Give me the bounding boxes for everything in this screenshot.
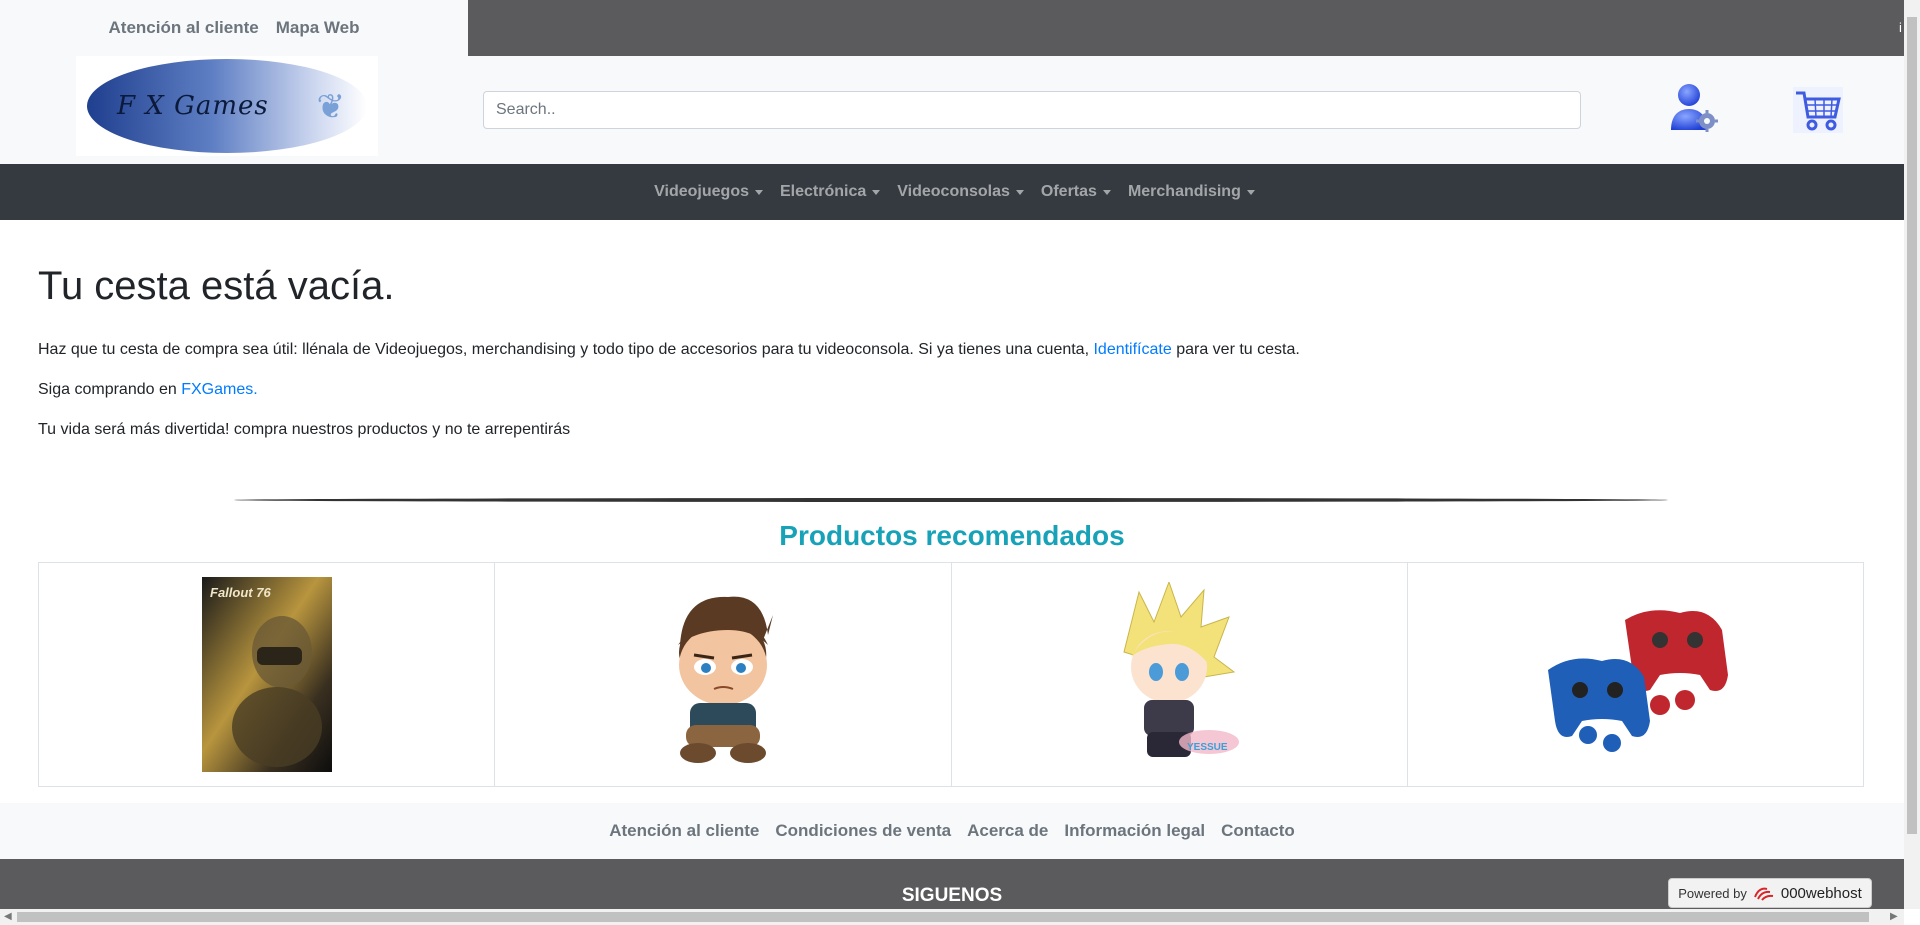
product-card[interactable]: YESSUE (952, 563, 1408, 786)
footer-link-customer-service[interactable]: Atención al cliente (609, 821, 759, 841)
home-link[interactable]: FXGames. (181, 381, 257, 398)
logo-text: F X Games (117, 91, 269, 121)
nav-videoconsolas[interactable]: Videoconsolas (897, 183, 1024, 201)
footer-link-contact[interactable]: Contacto (1221, 821, 1295, 841)
vertical-scroll-thumb[interactable] (1907, 17, 1917, 834)
caret-down-icon (1246, 189, 1255, 195)
message-text: Siga comprando en (38, 381, 182, 398)
cover-label: Fallout 76 (210, 585, 271, 600)
site-logo[interactable]: F X Games ❦ (76, 56, 378, 156)
caret-down-icon (1102, 189, 1111, 195)
sitemap-link[interactable]: Mapa Web (276, 18, 360, 38)
vertical-scrollbar[interactable] (1904, 0, 1920, 909)
fallout-76-cover-image[interactable]: Fallout 76 (201, 577, 332, 772)
nav-electronica[interactable]: Electrónica (780, 183, 881, 201)
follow-us-heading: SIGUENOS (901, 885, 1003, 906)
product-card[interactable]: Fallout 76 (39, 563, 496, 786)
recommended-title: Productos recomendados (779, 520, 1125, 551)
footer-social: SIGUENOS (0, 859, 1904, 909)
site-header: F X Games ❦ (0, 56, 1904, 164)
controller-skins-image[interactable] (1540, 595, 1730, 755)
message-text: Haz que tu cesta de compra sea útil: llé… (38, 341, 1094, 358)
powered-by-label: Powered by (1678, 885, 1747, 901)
nav-videojuegos[interactable]: Videojuegos (654, 183, 763, 201)
caret-down-icon (1015, 189, 1024, 195)
nav-merchandising[interactable]: Merchandising (1128, 183, 1255, 201)
top-dark-band: i (468, 0, 1904, 56)
product-card[interactable] (1408, 563, 1863, 786)
recommended-products: Fallout 76 YESSUE (38, 562, 1864, 787)
horizontal-scrollbar[interactable]: ◀ ▶ (0, 909, 1904, 925)
top-bar: Atención al cliente Mapa Web i (0, 0, 1920, 56)
product-card[interactable] (495, 563, 952, 786)
tagline-message: Tu vida será más divertida! compra nuest… (38, 421, 571, 438)
footer-link-about[interactable]: Acerca de (967, 821, 1048, 841)
nav-label: Electrónica (780, 183, 867, 200)
logo-oval: F X Games ❦ (87, 59, 367, 153)
nav-ofertas[interactable]: Ofertas (1041, 183, 1111, 201)
host-brand: 000webhost (1780, 884, 1862, 902)
svg-text:YESSUE: YESSUE (1187, 742, 1228, 753)
top-links: Atención al cliente Mapa Web (0, 0, 468, 56)
shopping-cart-icon[interactable] (1793, 87, 1843, 133)
search-input[interactable] (483, 91, 1581, 129)
footer-link-terms[interactable]: Condiciones de venta (775, 821, 951, 841)
main-nav: Videojuegos Electrónica Videoconsolas Of… (0, 164, 1904, 220)
footer-link-legal[interactable]: Información legal (1064, 821, 1205, 841)
nav-label: Ofertas (1040, 183, 1097, 200)
footer-links: Atención al cliente Condiciones de venta… (0, 803, 1904, 859)
message-text: para ver tu cesta. (1171, 341, 1300, 358)
dragon-emblem-icon: ❦ (316, 88, 346, 126)
scroll-left-icon[interactable]: ◀ (4, 911, 12, 922)
cloud-plush-image[interactable]: YESSUE (1109, 582, 1249, 767)
empty-cart-message: Haz que tu cesta de compra sea útil: llé… (38, 341, 1300, 359)
horizontal-scroll-thumb[interactable] (17, 912, 1869, 922)
caret-down-icon (755, 189, 763, 195)
section-divider (234, 498, 1668, 502)
nav-label: Merchandising (1127, 183, 1241, 200)
scroll-right-icon[interactable]: ▶ (1890, 911, 1898, 922)
continue-shopping-message: Siga comprando en FXGames. (38, 381, 258, 399)
caret-down-icon (872, 189, 881, 195)
nav-label: Videoconsolas (897, 183, 1010, 200)
user-account-icon[interactable] (1668, 82, 1718, 132)
nav-label: Videojuegos (654, 183, 749, 200)
customer-service-link[interactable]: Atención al cliente (109, 18, 259, 38)
drake-plush-image[interactable] (658, 585, 788, 765)
powered-by-badge[interactable]: Powered by 000webhost (1668, 878, 1872, 908)
login-link[interactable]: Identifícate (1093, 341, 1171, 358)
page-title: Tu cesta está vacía. (38, 264, 395, 308)
webhost-logo-icon (1753, 887, 1774, 901)
